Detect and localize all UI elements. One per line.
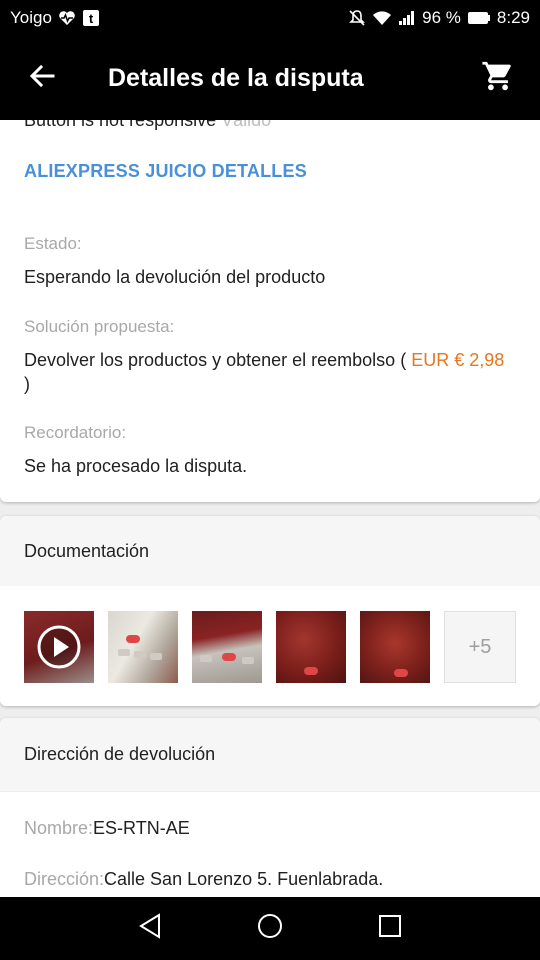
cart-button[interactable] (456, 36, 540, 120)
wifi-icon (372, 10, 392, 26)
nav-back-button[interactable] (120, 899, 180, 959)
nav-home-button[interactable] (240, 899, 300, 959)
more-photos-button[interactable]: +5 (444, 611, 516, 683)
documentation-header: Documentación (0, 516, 540, 586)
return-address-card: Dirección de devolución Nombre:ES-RTN-AE… (0, 718, 540, 897)
nav-recents-icon (378, 914, 402, 943)
nav-back-icon (138, 913, 162, 944)
name-row: Nombre:ES-RTN-AE (24, 818, 190, 838)
content-area[interactable]: Button is not responsive Válido ALIEXPRE… (0, 120, 540, 897)
status-bar: Yoigo t 96 % 8:29 (0, 0, 540, 36)
shopping-cart-icon (481, 59, 515, 98)
nav-recents-button[interactable] (360, 899, 420, 959)
address-row: Dirección:Calle San Lorenzo 5. Fuenlabra… (24, 869, 384, 889)
app-bar: Detalles de la disputa (0, 36, 540, 120)
back-button[interactable] (0, 36, 84, 120)
return-address-header: Dirección de devolución (0, 718, 540, 792)
svg-text:t: t (89, 11, 94, 26)
carrier-label: Yoigo (10, 8, 52, 27)
documentation-thumbnails: +5 (24, 611, 516, 683)
battery-percent: 96 % (422, 8, 461, 27)
refund-amount: EUR € 2,98 (411, 350, 505, 370)
mute-icon (348, 9, 366, 27)
recordatorio-label: Recordatorio: (24, 423, 127, 442)
documentation-card: Documentación +5 (0, 516, 540, 706)
dispute-details-card: Button is not responsive Válido ALIEXPRE… (0, 120, 540, 502)
system-nav-bar (0, 897, 540, 960)
recordatorio-value: Se ha procesado la disputa. (24, 456, 248, 476)
arrow-back-icon (28, 62, 56, 95)
tumblr-icon: t (82, 9, 100, 27)
play-icon (36, 624, 82, 670)
photo-thumbnail[interactable] (276, 611, 346, 683)
heart-rate-icon (58, 10, 76, 26)
photo-thumbnail[interactable] (360, 611, 430, 683)
estado-label: Estado: (24, 234, 82, 253)
nav-home-icon (256, 912, 284, 945)
page-title: Detalles de la disputa (108, 63, 364, 92)
estado-value: Esperando la devolución del producto (24, 267, 326, 287)
photo-thumbnail[interactable] (192, 611, 262, 683)
aliexpress-judgment-link[interactable]: ALIEXPRESS JUICIO DETALLES (24, 161, 307, 182)
clock: 8:29 (496, 8, 530, 27)
solucion-label: Solución propuesta: (24, 317, 175, 336)
dispute-reason-row: Button is not responsive Válido (24, 120, 272, 130)
photo-thumbnail[interactable] (108, 611, 178, 683)
battery-icon (467, 11, 491, 25)
solucion-value: Devolver los productos y obtener el reem… (24, 350, 505, 394)
signal-icon (398, 10, 416, 26)
video-thumbnail[interactable] (24, 611, 94, 683)
